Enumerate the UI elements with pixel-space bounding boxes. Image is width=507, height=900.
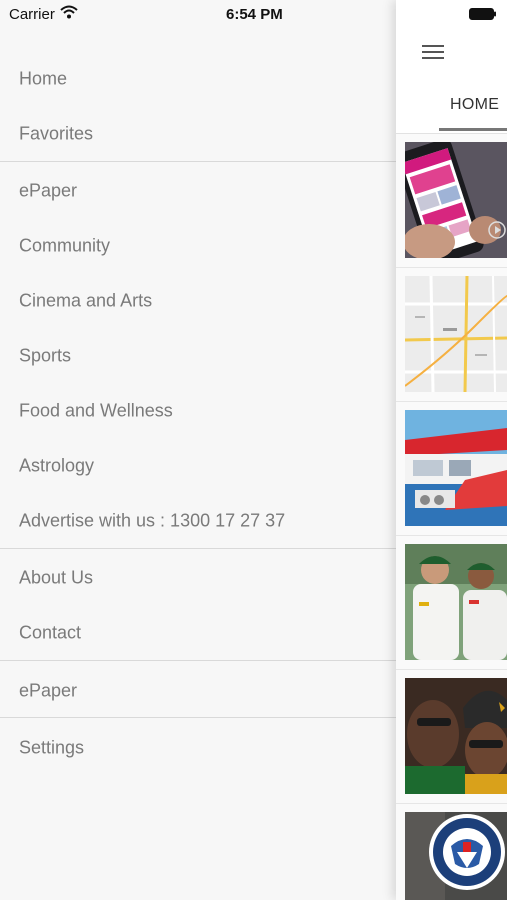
menu-item-label: ePaper bbox=[19, 180, 78, 200]
tab-home[interactable]: HOME bbox=[450, 96, 499, 114]
menu-item-label: Cinema and Arts bbox=[19, 290, 153, 310]
menu-item-contact[interactable]: Contact bbox=[0, 605, 396, 660]
menu-item-label: ePaper bbox=[19, 680, 78, 700]
phone-app-image bbox=[405, 142, 507, 258]
battery-icon bbox=[469, 7, 497, 20]
menu-item-community[interactable]: Community bbox=[0, 218, 396, 273]
article-row[interactable] bbox=[396, 268, 507, 402]
tab-selected-indicator bbox=[439, 128, 507, 131]
cricket-players-image bbox=[405, 544, 507, 660]
boat-image bbox=[405, 410, 507, 526]
app-screen: Home Favorites ePaper Community Cinema a… bbox=[0, 0, 507, 900]
menu-item-epaper-secondary[interactable]: ePaper bbox=[0, 663, 396, 718]
menu-item-label: Contact bbox=[19, 622, 82, 642]
hamburger-menu-icon[interactable] bbox=[422, 44, 444, 60]
map-image bbox=[405, 276, 507, 392]
status-time: 6:54 PM bbox=[226, 6, 283, 23]
article-row[interactable] bbox=[396, 402, 507, 536]
article-row[interactable] bbox=[396, 536, 507, 670]
wifi-icon bbox=[60, 5, 78, 24]
menu-item-label: Astrology bbox=[19, 455, 95, 475]
main-content-panel: HOME bbox=[396, 0, 507, 900]
people-portrait-image bbox=[405, 678, 507, 794]
menu-item-label: Home bbox=[19, 68, 68, 88]
menu-item-astrology[interactable]: Astrology bbox=[0, 438, 396, 493]
article-row[interactable] bbox=[396, 670, 507, 804]
menu-item-label: Advertise with us : 1300 17 27 37 bbox=[19, 510, 286, 530]
navigation-drawer: Home Favorites ePaper Community Cinema a… bbox=[0, 0, 396, 900]
menu-item-favorites[interactable]: Favorites bbox=[0, 106, 396, 161]
menu-item-label: Community bbox=[19, 235, 111, 255]
menu-item-epaper[interactable]: ePaper bbox=[0, 163, 396, 218]
menu-item-label: About Us bbox=[19, 567, 94, 587]
menu-item-home[interactable]: Home bbox=[0, 51, 396, 106]
menu-item-label: Favorites bbox=[19, 123, 94, 143]
menu-item-label: Sports bbox=[19, 345, 72, 365]
menu-item-about-us[interactable]: About Us bbox=[0, 550, 396, 605]
menu-divider bbox=[0, 548, 396, 549]
article-list[interactable] bbox=[396, 134, 507, 900]
menu-item-cinema-and-arts[interactable]: Cinema and Arts bbox=[0, 273, 396, 328]
menu-item-label: Food and Wellness bbox=[19, 400, 173, 420]
menu-item-label: Settings bbox=[19, 737, 85, 757]
menu-item-food-and-wellness[interactable]: Food and Wellness bbox=[0, 383, 396, 438]
menu-item-advertise[interactable]: Advertise with us : 1300 17 27 37 bbox=[0, 493, 396, 548]
menu-divider bbox=[0, 660, 396, 661]
article-row[interactable] bbox=[396, 134, 507, 268]
menu-divider bbox=[0, 717, 396, 718]
menu-item-settings[interactable]: Settings bbox=[0, 720, 396, 775]
homeland-security-seal-image bbox=[405, 812, 507, 900]
carrier-label: Carrier bbox=[9, 6, 55, 23]
article-row[interactable] bbox=[396, 804, 507, 900]
menu-item-sports[interactable]: Sports bbox=[0, 328, 396, 383]
status-bar: Carrier 6:54 PM bbox=[0, 0, 507, 28]
menu-divider bbox=[0, 161, 396, 162]
